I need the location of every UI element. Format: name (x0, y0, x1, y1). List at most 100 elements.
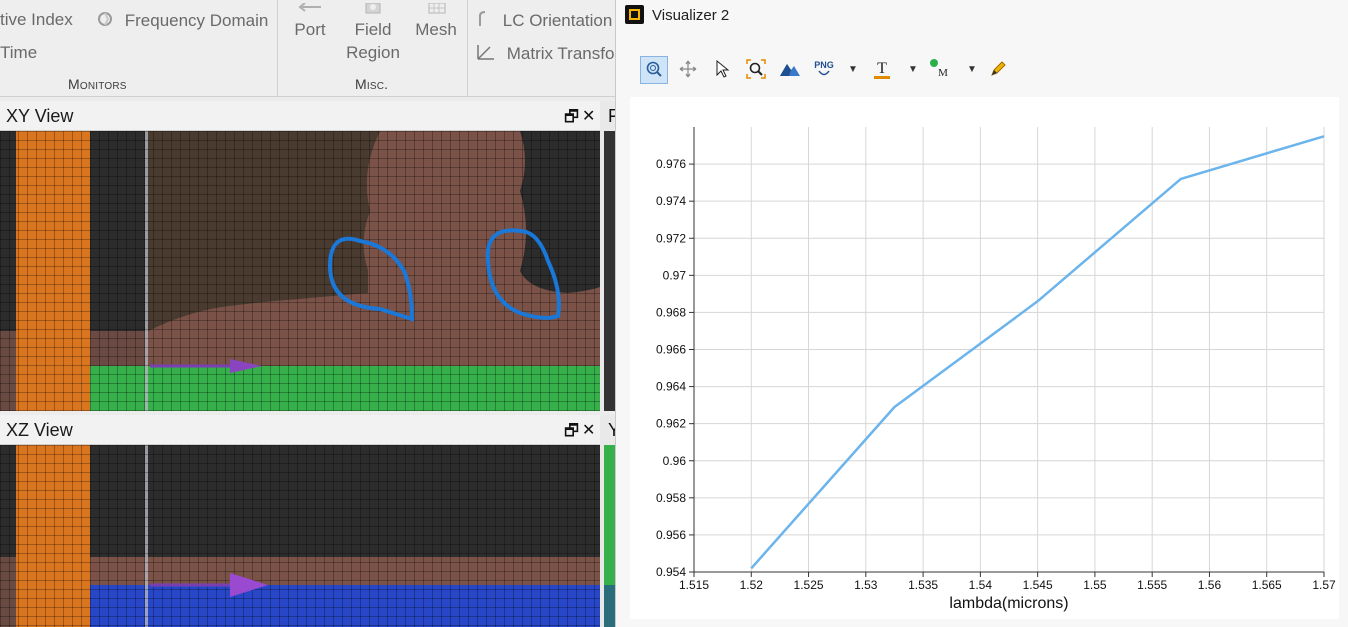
x-tick-label: 1.555 (1137, 578, 1167, 592)
xy-view-header: XY View 🗗 ✕ (0, 101, 600, 131)
x-tick-label: 1.55 (1083, 578, 1107, 592)
zoom-box-button[interactable] (742, 56, 770, 84)
matrix-transform-icon (476, 43, 496, 66)
x-tick-label: 1.565 (1252, 578, 1282, 592)
x-tick-label: 1.54 (969, 578, 993, 592)
y-tick-label: 0.954 (656, 565, 686, 579)
lc-orientation-button[interactable]: LC Orientation (476, 10, 612, 33)
text-tool-label: T (877, 59, 887, 77)
field-region-label-1: Field (354, 20, 392, 39)
y-tick-label: 0.956 (656, 528, 686, 542)
port-icon (291, 0, 329, 18)
y-tick-label: 0.966 (656, 343, 686, 357)
png-label: PNG (814, 59, 834, 70)
close-icon[interactable]: ✕ (582, 106, 595, 126)
effective-index-button[interactable]: tive Index (0, 10, 73, 30)
visualizer-window: Visualizer 2 PNG ▼ T ▼ M ▼ 1.515 1.52 1.… (615, 0, 1348, 627)
x-tick-label: 1.57 (1312, 578, 1336, 592)
pan-icon (679, 60, 697, 81)
field-region-label-2: Region (346, 43, 400, 62)
annotation-layer (150, 228, 561, 373)
adjacent-view-edge: F (600, 101, 619, 411)
x-axis-label: lambda(microns) (949, 595, 1068, 612)
app-window: tive Index Frequency Domain Time Monitor… (0, 0, 1348, 627)
y-tick-label: 0.964 (656, 380, 686, 394)
insert-marker-button[interactable]: M (926, 56, 954, 84)
chart-axes (689, 127, 1325, 577)
annotation-layer (150, 573, 268, 597)
y-tick-label: 0.96 (663, 454, 687, 468)
cursor-arrow-icon (714, 59, 730, 81)
xy-view-panel: XY View 🗗 ✕ (0, 101, 600, 411)
lc-orientation-icon (476, 10, 492, 33)
visualizer-title: Visualizer 2 (652, 7, 730, 24)
x-tick-label: 1.52 (740, 578, 764, 592)
select-tool-button[interactable] (708, 56, 736, 84)
mesh-icon (414, 0, 458, 18)
download-icon (817, 70, 831, 80)
x-tick-label: 1.545 (1023, 578, 1053, 592)
xy-view-canvas[interactable] (0, 131, 600, 411)
restore-icon[interactable]: 🗗 (564, 420, 579, 447)
effective-index-label: tive Index (0, 10, 73, 29)
ribbon-separator (467, 0, 468, 96)
x-tick-label: 1.515 (679, 578, 709, 592)
y-tick-label: 0.962 (656, 417, 686, 431)
annotation-circle-left (327, 236, 415, 322)
time-button[interactable]: Time (0, 43, 37, 63)
direction-arrow-icon (230, 573, 268, 597)
xz-view-title: XZ View (6, 420, 73, 440)
pencil-icon (989, 60, 1007, 81)
export-png-button[interactable]: PNG (810, 56, 838, 84)
plot-area[interactable]: 1.515 1.52 1.525 1.53 1.535 1.54 1.545 1.55 1.55… (630, 97, 1339, 619)
time-label: Time (0, 43, 38, 62)
zoom-tool-button[interactable] (640, 56, 668, 84)
xz-view-panel: XZ View 🗗 ✕ (0, 415, 600, 627)
insert-text-button[interactable]: T (868, 56, 896, 84)
pan-tool-button[interactable] (674, 56, 702, 84)
field-region-button[interactable]: Field Region (345, 0, 401, 64)
marker-icon (930, 59, 938, 67)
restore-icon[interactable]: 🗗 (564, 106, 579, 133)
magnifier-icon (645, 60, 663, 81)
lc-orientation-label: LC Orientation (502, 10, 613, 30)
text-dropdown-arrow-icon[interactable]: ▼ (908, 64, 918, 75)
export-dropdown-arrow-icon[interactable]: ▼ (848, 64, 858, 75)
autoscale-button[interactable] (776, 56, 804, 84)
misc-group-label: Misc. (355, 76, 389, 92)
x-tick-label: 1.53 (854, 578, 878, 592)
field-region-icon (345, 0, 401, 18)
chart-tick-labels: 1.515 1.52 1.525 1.53 1.535 1.54 1.545 1.55 1.55… (656, 157, 1336, 592)
xy-view-title: XY View (6, 106, 74, 126)
text-underline-icon (874, 75, 890, 79)
zoom-box-icon (746, 58, 766, 82)
matrix-transform-button[interactable]: Matrix Transform (476, 43, 634, 66)
port-button[interactable]: Port (291, 0, 329, 41)
x-tick-label: 1.525 (794, 578, 824, 592)
y-tick-label: 0.97 (663, 268, 687, 282)
frequency-domain-label: Frequency Domain (124, 10, 269, 30)
xz-view-canvas[interactable] (0, 445, 600, 627)
y-tick-label: 0.976 (656, 157, 686, 171)
mesh-label: Mesh (415, 20, 457, 39)
y-tick-label: 0.974 (656, 194, 686, 208)
x-tick-label: 1.56 (1198, 578, 1222, 592)
direction-arrow-icon (230, 359, 262, 373)
adjacent-view-edge: Y (600, 415, 620, 627)
visualizer-app-icon (625, 5, 644, 24)
annotation-circle-right (485, 228, 561, 320)
ribbon-toolbar: tive Index Frequency Domain Time Monitor… (0, 0, 634, 97)
draw-tool-button[interactable] (984, 56, 1012, 84)
xz-view-header: XZ View 🗗 ✕ (0, 415, 600, 445)
mesh-button[interactable]: Mesh (414, 0, 458, 41)
y-tick-label: 0.968 (656, 305, 686, 319)
line-chart[interactable]: 1.515 1.52 1.525 1.53 1.535 1.54 1.545 1.55 1.55… (630, 97, 1339, 619)
port-label: Port (294, 20, 326, 39)
frequency-domain-button[interactable]: Frequency Domain (96, 10, 268, 33)
y-tick-label: 0.958 (656, 491, 686, 505)
marker-dropdown-arrow-icon[interactable]: ▼ (967, 64, 977, 75)
marker-label: M (938, 67, 948, 79)
close-icon[interactable]: ✕ (582, 420, 595, 440)
frequency-domain-icon (96, 10, 114, 33)
mountain-icon (779, 61, 801, 80)
